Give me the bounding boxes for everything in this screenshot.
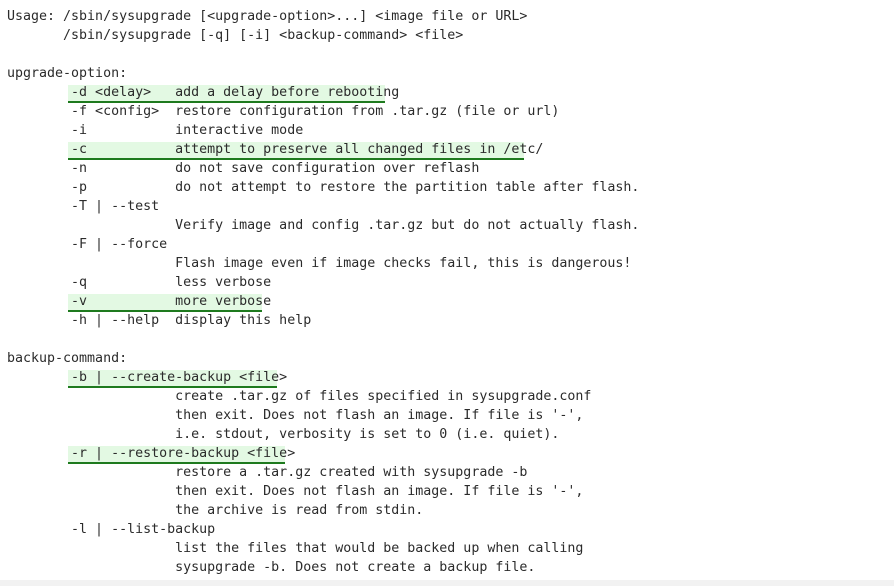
terminal-line: -f <config> restore configuration from .… <box>7 104 560 119</box>
terminal-line: create .tar.gz of files specified in sys… <box>7 389 592 404</box>
terminal-line: Usage: /sbin/sysupgrade [<upgrade-option… <box>7 9 528 24</box>
terminal-line: /sbin/sysupgrade [-q] [-i] <backup-comma… <box>7 28 464 43</box>
terminal-line: Flash image even if image checks fail, t… <box>7 256 632 271</box>
terminal-line: i.e. stdout, verbosity is set to 0 (i.e.… <box>7 427 560 442</box>
terminal-output: Usage: /sbin/sysupgrade [<upgrade-option… <box>0 0 894 586</box>
terminal-line: -i interactive mode <box>7 123 304 138</box>
terminal-line: sysupgrade -b. Does not create a backup … <box>7 560 536 575</box>
terminal-line: then exit. Does not flash an image. If f… <box>7 484 584 499</box>
terminal-line: the archive is read from stdin. <box>7 503 424 518</box>
terminal-line: -l | --list-backup <box>7 522 216 537</box>
terminal-line: upgrade-option: <box>7 66 128 81</box>
terminal-line: Verify image and config .tar.gz but do n… <box>7 218 640 233</box>
terminal-line: -r | --restore-backup <file> <box>7 446 296 461</box>
terminal-line: -p do not attempt to restore the partiti… <box>7 180 640 195</box>
terminal-line: -v more verbose <box>7 294 272 309</box>
terminal-line: -q less verbose <box>7 275 272 290</box>
bottom-edge <box>0 580 894 586</box>
terminal-line: -h | --help display this help <box>7 313 312 328</box>
terminal-line: then exit. Does not flash an image. If f… <box>7 408 584 423</box>
terminal-line: -n do not save configuration over reflas… <box>7 161 480 176</box>
terminal-line: -c attempt to preserve all changed files… <box>7 142 544 157</box>
terminal-line: backup-command: <box>7 351 128 366</box>
terminal-line: list the files that would be backed up w… <box>7 541 584 556</box>
terminal-line: -b | --create-backup <file> <box>7 370 288 385</box>
terminal-line: -d <delay> add a delay before rebooting <box>7 85 400 100</box>
terminal-line: -T | --test <box>7 199 160 214</box>
terminal-line: restore a .tar.gz created with sysupgrad… <box>7 465 528 480</box>
terminal-line: -F | --force <box>7 237 168 252</box>
